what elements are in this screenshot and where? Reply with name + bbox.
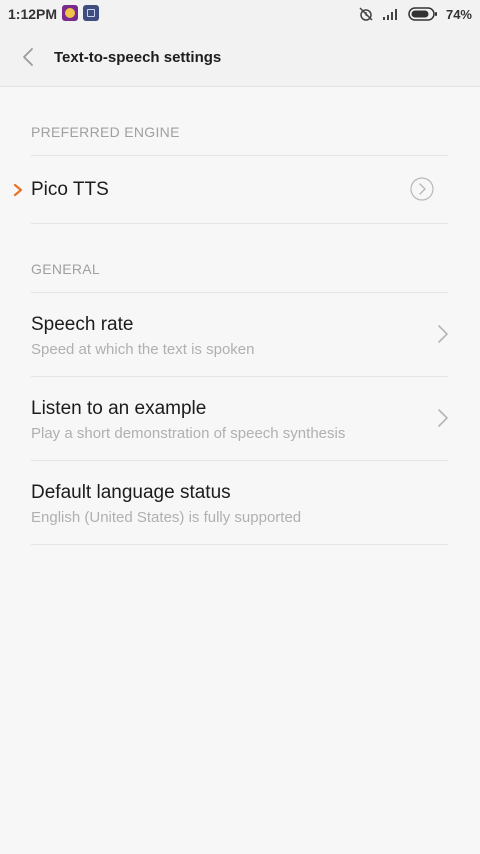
engine-item-pico-tts[interactable]: Pico TTS	[0, 156, 480, 223]
chevron-right-icon	[438, 409, 448, 427]
back-button[interactable]	[14, 43, 42, 71]
item-subtitle: English (United States) is fully support…	[31, 509, 302, 526]
status-bar: 1:12PM 74%	[0, 0, 480, 28]
item-subtitle: Speed at which the text is spoken	[31, 341, 255, 358]
section-header-preferred-engine: PREFERRED ENGINE	[31, 124, 180, 140]
item-title: Speech rate	[31, 314, 134, 335]
notification-gallery-icon	[83, 5, 99, 21]
page-title: Text-to-speech settings	[54, 49, 222, 66]
settings-item-language-status[interactable]: Default language status English (United …	[0, 461, 480, 544]
engine-settings-icon[interactable]	[410, 177, 434, 201]
signal-icon	[382, 9, 397, 20]
settings-item-speech-rate[interactable]: Speech rate Speed at which the text is s…	[0, 293, 480, 376]
item-subtitle: Play a short demonstration of speech syn…	[31, 425, 346, 442]
divider	[31, 223, 448, 224]
toolbar: Text-to-speech settings	[0, 28, 480, 87]
chevron-right-icon	[438, 325, 448, 343]
selected-chevron-icon	[13, 183, 23, 197]
engine-name: Pico TTS	[31, 179, 109, 200]
battery-percent: 74%	[445, 6, 472, 22]
alarm-off-icon	[359, 7, 373, 21]
item-title: Default language status	[31, 482, 231, 503]
section-header-general: GENERAL	[31, 261, 101, 277]
notification-app-icon	[62, 5, 78, 21]
status-indicators: 74%	[358, 4, 472, 24]
back-chevron-icon	[23, 48, 33, 66]
settings-item-listen-example[interactable]: Listen to an example Play a short demons…	[0, 377, 480, 460]
battery-icon	[408, 7, 437, 21]
divider	[31, 544, 448, 545]
status-time: 1:12PM	[8, 6, 58, 22]
item-title: Listen to an example	[31, 398, 207, 419]
